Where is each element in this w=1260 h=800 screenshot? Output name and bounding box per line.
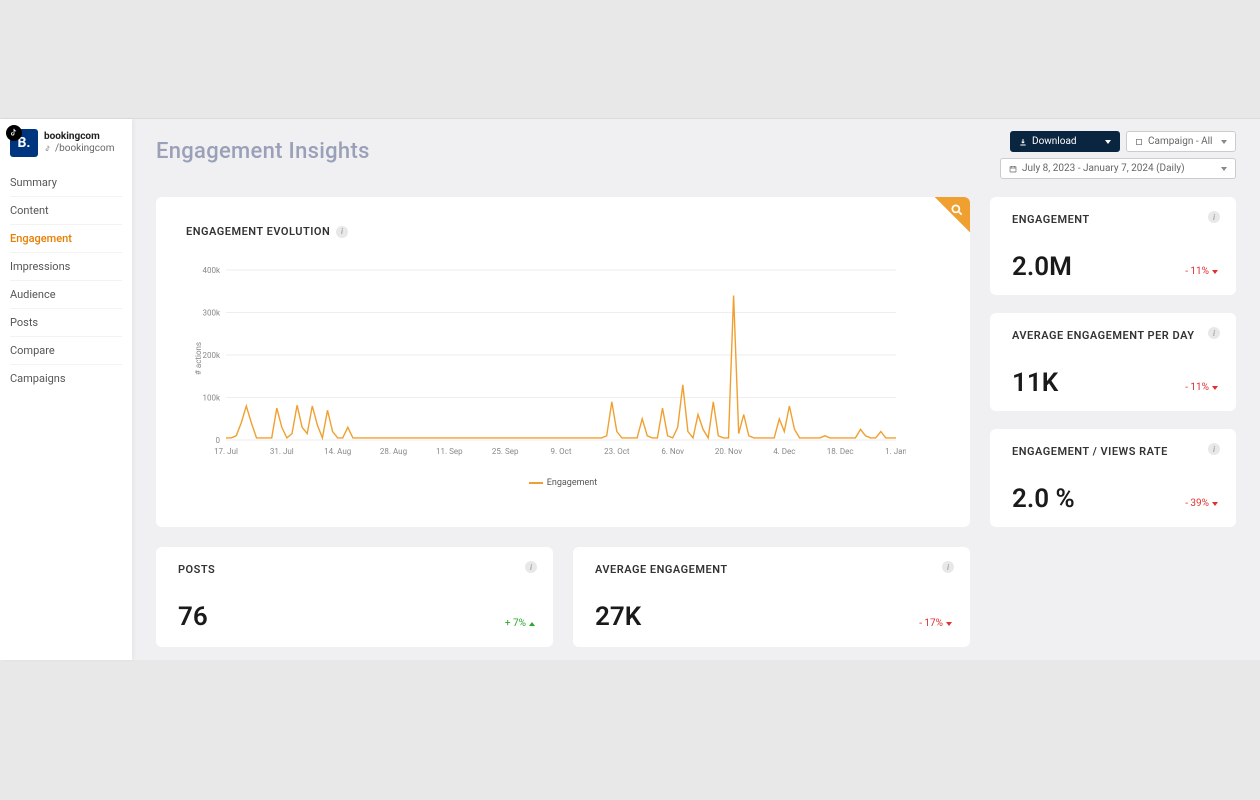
stat-card: AVERAGE ENGAGEMENT i 27K - 17% <box>573 547 970 647</box>
svg-text:6. Nov: 6. Nov <box>661 447 684 456</box>
stat-card: POSTS i 76 + 7% <box>156 547 553 647</box>
info-icon[interactable]: i <box>1208 327 1220 339</box>
svg-text:4. Dec: 4. Dec <box>773 447 795 456</box>
kpi-title: AVERAGE ENGAGEMENT PER DAY <box>1012 329 1195 342</box>
stat-value: 76 <box>178 602 531 632</box>
info-icon[interactable]: i <box>525 561 537 573</box>
info-icon[interactable]: i <box>942 561 954 573</box>
top-controls: Download Campaign - All <box>1000 131 1236 179</box>
svg-text:23. Oct: 23. Oct <box>604 447 630 456</box>
svg-text:20. Nov: 20. Nov <box>715 447 742 456</box>
kpi-value: 11K <box>1012 368 1214 398</box>
svg-text:1. Jan: 1. Jan <box>885 447 906 456</box>
nav-item-campaigns[interactable]: Campaigns <box>10 365 122 392</box>
nav-item-audience[interactable]: Audience <box>10 281 122 309</box>
nav: SummaryContentEngagementImpressionsAudie… <box>10 169 122 392</box>
info-icon[interactable]: i <box>1208 443 1220 455</box>
chart-legend: Engagement <box>186 478 940 488</box>
stat-value: 27K <box>595 602 948 632</box>
svg-text:100k: 100k <box>202 394 220 403</box>
search-icon <box>950 203 964 217</box>
nav-item-content[interactable]: Content <box>10 197 122 225</box>
daterange-select[interactable]: July 8, 2023 - January 7, 2024 (Daily) <box>1000 158 1236 179</box>
nav-item-summary[interactable]: Summary <box>10 169 122 197</box>
kpi-card: AVERAGE ENGAGEMENT PER DAY i 11K - 11% <box>990 313 1236 411</box>
info-icon[interactable]: i <box>336 226 348 238</box>
download-button[interactable]: Download <box>1010 131 1120 152</box>
info-icon[interactable]: i <box>1208 211 1220 223</box>
page-title: Engagement Insights <box>156 139 370 164</box>
chart-card: ENGAGEMENT EVOLUTION i # actions 0 100k 20… <box>156 197 970 527</box>
main: Engagement Insights Download Campaign - … <box>132 119 1260 660</box>
nav-item-engagement[interactable]: Engagement <box>10 225 122 253</box>
profile-handle: /bookingcom <box>44 143 115 155</box>
svg-text:0: 0 <box>216 436 221 445</box>
tiktok-icon <box>6 125 22 141</box>
y-axis-label: # actions <box>194 342 203 375</box>
kpi-card: ENGAGEMENT i 2.0M - 11% <box>990 197 1236 295</box>
stat-delta: - 17% <box>919 618 952 629</box>
stat-title: AVERAGE ENGAGEMENT <box>595 563 728 576</box>
profile-header[interactable]: B. bookingcom /bookingcom <box>10 129 122 165</box>
svg-text:17. Jul: 17. Jul <box>214 447 238 456</box>
campaign-select[interactable]: Campaign - All <box>1126 131 1236 152</box>
calendar-icon <box>1009 165 1017 173</box>
chevron-down-icon <box>1221 167 1227 171</box>
chevron-down-icon <box>1105 140 1111 144</box>
svg-text:18. Dec: 18. Dec <box>827 447 854 456</box>
chevron-down-icon <box>1221 140 1227 144</box>
nav-item-posts[interactable]: Posts <box>10 309 122 337</box>
svg-text:9. Oct: 9. Oct <box>551 447 572 456</box>
svg-text:200k: 200k <box>202 351 220 360</box>
svg-text:25. Sep: 25. Sep <box>492 447 519 456</box>
kpi-card: ENGAGEMENT / VIEWS RATE i 2.0 % - 39% <box>990 429 1236 527</box>
stat-delta: + 7% <box>505 618 535 629</box>
kpi-title: ENGAGEMENT <box>1012 213 1090 226</box>
kpi-delta: - 11% <box>1185 382 1218 393</box>
kpi-value: 2.0M <box>1012 252 1214 282</box>
sidebar: B. bookingcom /bookingcom SummaryContent… <box>0 119 132 660</box>
line-chart: 0 100k 200k 300k 400k 17. Jul 31. Jul 14. Aug 28… <box>186 260 906 470</box>
svg-text:28. Aug: 28. Aug <box>380 447 407 456</box>
chart-title: ENGAGEMENT EVOLUTION <box>186 225 330 238</box>
svg-text:11. Sep: 11. Sep <box>436 447 463 456</box>
svg-text:300k: 300k <box>202 309 220 318</box>
chart-search-button[interactable] <box>920 197 970 247</box>
kpi-value: 2.0 % <box>1012 484 1214 514</box>
svg-text:400k: 400k <box>202 266 220 275</box>
profile-name: bookingcom <box>44 131 115 143</box>
kpi-delta: - 11% <box>1185 266 1218 277</box>
nav-item-impressions[interactable]: Impressions <box>10 253 122 281</box>
nav-item-compare[interactable]: Compare <box>10 337 122 365</box>
chart-area: # actions 0 100k 200k 300k 400k 17. Jul 31. Ju… <box>186 260 940 488</box>
stat-title: POSTS <box>178 563 215 576</box>
svg-text:14. Aug: 14. Aug <box>324 447 351 456</box>
svg-text:31. Jul: 31. Jul <box>270 447 294 456</box>
kpi-delta: - 39% <box>1185 498 1218 509</box>
kpi-title: ENGAGEMENT / VIEWS RATE <box>1012 445 1168 458</box>
